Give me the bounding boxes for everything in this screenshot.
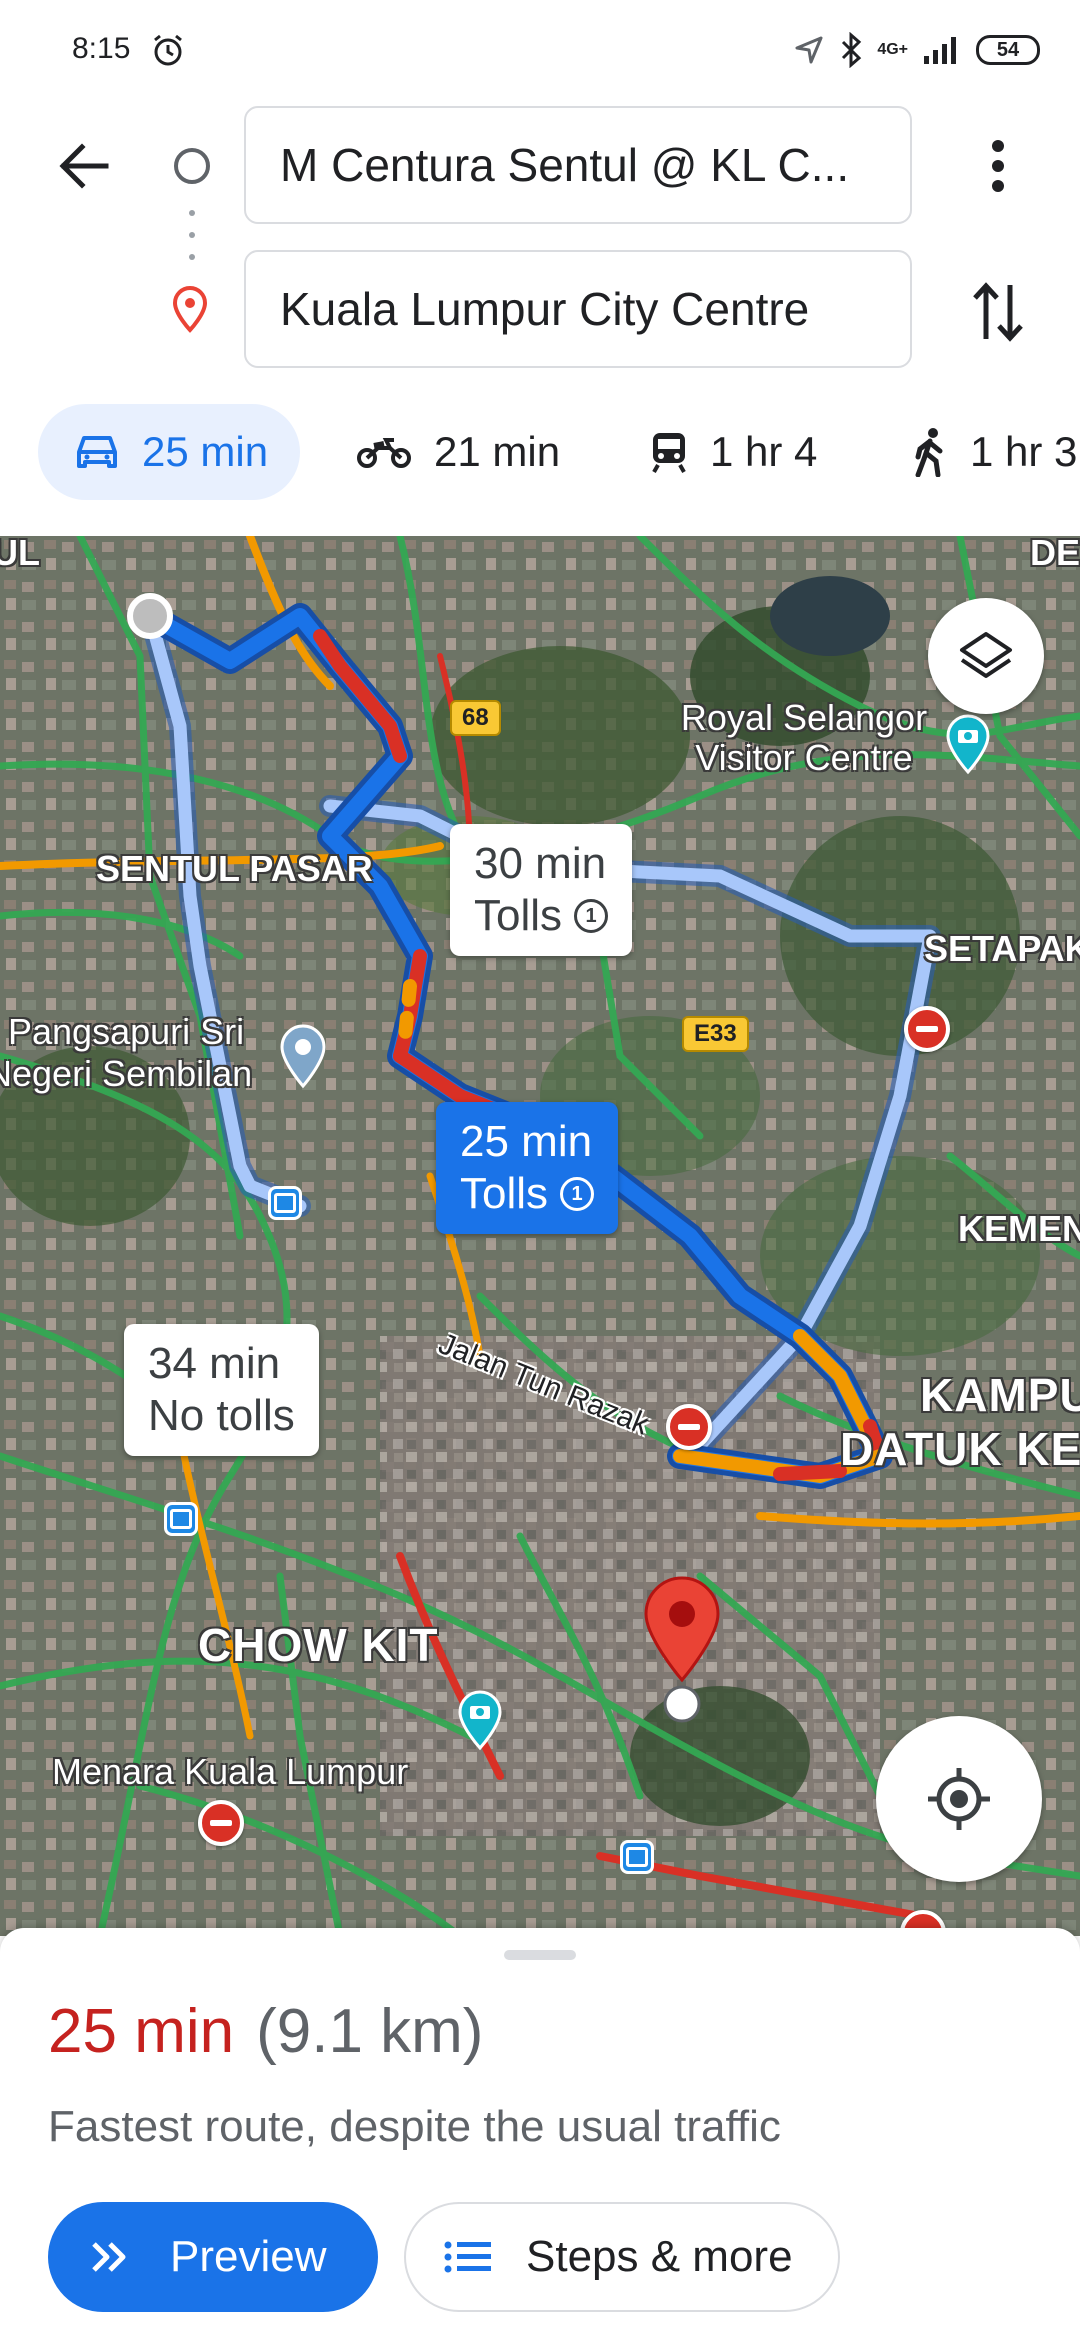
preview-button[interactable]: Preview [48,2202,378,2312]
walk-icon [915,428,943,477]
route-callout-alt-1[interactable]: 30 min Tolls 1 [450,824,633,956]
swap-button[interactable] [962,272,1034,352]
car-icon [77,436,117,468]
layers-icon [960,632,1012,678]
motorcycle-icon [357,438,411,468]
preview-label: Preview [170,2232,327,2281]
route-callout-note: No tolls [148,1391,295,1440]
place-label: Royal Selangor Visitor Centre [664,698,944,778]
alarm-icon [154,34,182,66]
bluetooth-icon [842,32,862,68]
network-type: 4G+ [877,41,908,58]
route-description: Fastest route, despite the usual traffic [48,2102,781,2151]
place-label-royal-selangor: Royal Selangor Visitor Centre [680,697,928,778]
road-closure-icon[interactable] [198,1800,244,1846]
area-label: SETAPAK [924,928,1080,969]
route-callout-note: Tolls [460,1169,549,1218]
arrow-back-icon [59,143,109,189]
destination-pin-icon [172,286,208,333]
tab-transit[interactable]: 1 hr 4 [650,404,817,500]
road-shield-e33: E33 [682,1016,749,1052]
road-closure-icon[interactable] [666,1404,712,1450]
route-summary-sheet[interactable]: 25 min (9.1 km) Fastest route, despite th… [0,1928,1080,2340]
tab-walking[interactable]: 1 hr 3 [912,404,1077,500]
area-label: SENTUL PASAR [96,848,373,889]
area-label: DATUK KE [840,1423,1080,1475]
destination-marker-icon [644,1576,720,1723]
battery-level: 54 [996,38,1020,61]
directions-header: M Centura Sentul @ KL C... Kuala Lumpur … [0,100,1080,380]
double-chevron-right-icon [92,2242,126,2272]
origin-text: M Centura Sentul @ KL C... [280,139,850,191]
transit-station-icon[interactable] [164,1502,198,1536]
steps-label: Steps & more [526,2232,793,2281]
status-time: 8:15 [72,32,131,65]
route-callout-duration: 25 min [460,1117,593,1166]
more-vert-icon [992,140,1004,192]
tab-motorcycle[interactable]: 21 min [356,404,560,500]
tab-motorcycle-label: 21 min [434,428,561,475]
back-button[interactable] [48,130,120,202]
place-label-pangsapuri-1: Pangsapuri Sri [8,1011,245,1052]
area-label: DE [1030,536,1080,573]
origin-field[interactable]: M Centura Sentul @ KL C... [244,106,912,224]
train-icon [652,433,686,473]
tab-driving[interactable]: 25 min [38,404,301,500]
area-label: KAMPU [920,1369,1080,1421]
travel-mode-tabs: 25 min 21 min 1 hr 4 1 hr 3 [0,400,1080,510]
route-connector [189,210,195,260]
place-label-menara: Menara Kuala Lumpur [52,1751,409,1792]
more-options-button[interactable] [962,130,1034,202]
info-icon: 1 [560,1177,595,1211]
battery-icon: 54 [976,35,1040,65]
swap-vert-icon [973,282,1023,342]
attraction-pin-icon [458,1690,502,1751]
origin-marker-icon [174,148,210,184]
route-callout-alt-2[interactable]: 34 min No tolls [124,1324,319,1456]
route-callout-duration: 34 min [148,1339,281,1388]
attraction-pin-icon [946,714,990,775]
destination-text: Kuala Lumpur City Centre [280,283,810,335]
area-label: KEMEN [958,1208,1080,1249]
destination-field[interactable]: Kuala Lumpur City Centre [244,250,912,368]
status-bar: 8:15 4G+ 54 [0,0,1080,100]
route-callout-note: Tolls [474,891,563,940]
tab-driving-label: 25 min [142,428,269,475]
route-callout-selected[interactable]: 25 min Tolls 1 [436,1102,619,1234]
layers-button[interactable] [928,598,1044,714]
road-closure-icon[interactable] [904,1006,950,1052]
place-pin-icon [280,1024,326,1089]
area-label: UL [0,536,40,573]
route-duration: 25 min [48,1997,235,2066]
road-shield-68: 68 [450,700,501,736]
status-icons: 4G+ 54 [793,30,1040,70]
tab-transit-label: 1 hr 4 [710,428,818,475]
route-callout-duration: 30 min [474,839,607,888]
route-distance: (9.1 km) [256,1997,484,2066]
my-location-icon [928,1768,990,1830]
area-label: CHOW KIT [198,1619,439,1671]
list-icon [444,2241,491,2273]
location-arrow-icon [795,36,823,64]
place-label-pangsapuri-2: Negeri Sembilan [0,1053,253,1094]
info-icon: 1 [574,899,609,933]
transit-station-icon[interactable] [620,1840,654,1874]
tab-walking-label: 1 hr 3 [970,428,1078,475]
my-location-button[interactable] [876,1716,1042,1882]
signal-icon [924,37,956,64]
route-summary: 25 min (9.1 km) [48,1996,483,2067]
map-view[interactable]: 68 E33 UL DE SENTUL PASAR Royal Selangor… [0,536,1080,1936]
steps-button[interactable]: Steps & more [404,2202,840,2312]
sheet-drag-handle[interactable] [504,1950,576,1960]
transit-station-icon[interactable] [268,1186,302,1220]
